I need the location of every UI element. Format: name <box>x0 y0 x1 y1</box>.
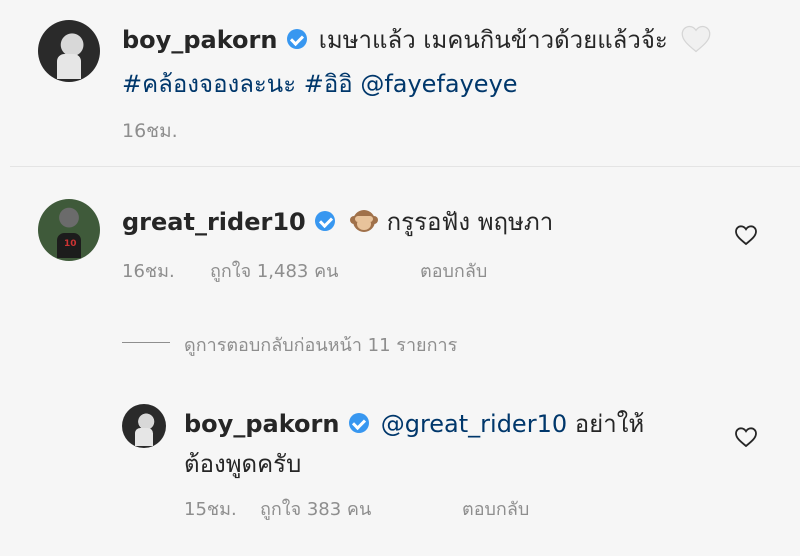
comment-username[interactable]: great_rider10 <box>122 208 306 236</box>
view-previous-replies-button[interactable]: ดูการตอบกลับก่อนหน้า 11 รายการ <box>184 330 457 359</box>
comment-timestamp: 16ชม. <box>122 261 175 282</box>
like-heart-icon[interactable] <box>734 224 758 246</box>
reply-timestamp: 15ชม. <box>184 499 237 520</box>
caption-timestamp: 16ชม. <box>122 120 178 142</box>
view-replies-line <box>122 342 170 343</box>
reply-text: อย่าให้ <box>574 410 645 438</box>
see-no-evil-monkey-icon <box>350 210 378 232</box>
hashtag-link[interactable]: #อิอิ <box>304 70 353 98</box>
reply-likes[interactable]: ถูกใจ 383 คน <box>260 494 371 523</box>
verified-badge-icon <box>349 413 370 433</box>
reply-line-2: ต้องพูดครับ <box>184 450 302 478</box>
caption-username[interactable]: boy_pakorn <box>122 26 277 54</box>
like-heart-icon[interactable] <box>734 426 758 448</box>
mention-link[interactable]: @fayefayeye <box>360 70 517 98</box>
mention-link[interactable]: @great_rider10 <box>381 410 567 438</box>
white-heart-icon <box>682 25 711 53</box>
reply-line-1: boy_pakorn @great_rider10 อย่าให้ <box>184 404 644 443</box>
verified-badge-icon <box>287 29 308 49</box>
comment-likes[interactable]: ถูกใจ 1,483 คน <box>210 256 338 285</box>
caption-line-2: #คล้องจองละนะ #อิอิ @fayefayeye <box>122 64 518 103</box>
comment-avatar[interactable]: 10 <box>38 199 100 261</box>
comment-reply-button[interactable]: ตอบกลับ <box>420 256 487 285</box>
reply-reply-button[interactable]: ตอบกลับ <box>462 494 529 523</box>
caption-text: เมษาแล้ว เมคนกินข้าวด้วยแล้วจ้ะ <box>318 26 668 54</box>
divider <box>10 166 800 167</box>
caption-avatar[interactable] <box>38 20 100 82</box>
reply-avatar[interactable] <box>122 404 166 448</box>
comment-body: great_rider10 กรูรอฟัง พฤษภา <box>122 202 553 241</box>
verified-badge-icon <box>315 211 336 231</box>
hashtag-link[interactable]: #คล้องจองละนะ <box>122 70 296 98</box>
comment-text: กรูรอฟัง พฤษภา <box>386 208 554 236</box>
caption-line-1: boy_pakorn เมษาแล้ว เมคนกินข้าวด้วยแล้วจ… <box>122 20 711 59</box>
reply-username[interactable]: boy_pakorn <box>184 410 339 438</box>
